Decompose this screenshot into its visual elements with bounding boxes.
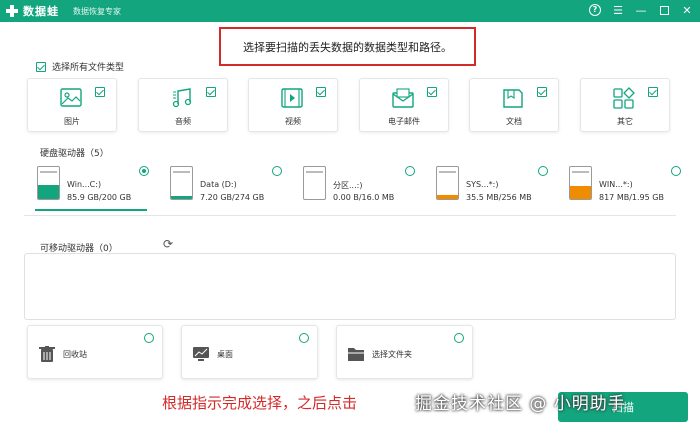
type-card-document[interactable]: 文档 <box>469 78 559 132</box>
maximize-button[interactable] <box>657 2 671 18</box>
drive-name: Win...C:) <box>67 180 102 189</box>
folder-icon <box>348 348 364 361</box>
drive-usage-fill <box>171 195 192 199</box>
location-desktop[interactable]: 桌面 <box>181 325 318 379</box>
type-card-email[interactable]: 电子邮件 <box>359 78 449 132</box>
type-checkbox[interactable] <box>537 87 547 97</box>
menu-button[interactable]: ☰ <box>611 2 625 18</box>
drive-item[interactable]: WIN...*:) 817 MB/1.95 GB <box>559 158 689 210</box>
drive-item[interactable]: Win...C:) 85.9 GB/200 GB <box>27 158 157 211</box>
type-checkbox[interactable] <box>427 87 437 97</box>
app-name: 数据蛙 <box>23 5 59 18</box>
restore-icon <box>659 5 669 15</box>
location-select-folder[interactable]: 选择文件夹 <box>336 325 473 379</box>
type-card-video[interactable]: 视频 <box>248 78 338 132</box>
type-checkbox[interactable] <box>206 87 216 97</box>
drive-radio[interactable] <box>538 166 548 176</box>
select-all-checkbox[interactable] <box>36 61 46 72</box>
hamburger-icon: ☰ <box>613 3 623 17</box>
select-all-label: 选择所有文件类型 <box>52 63 125 73</box>
image-icon <box>60 88 82 107</box>
location-recycle-bin[interactable]: 回收站 <box>27 325 163 379</box>
drive-usage-fill <box>570 185 591 199</box>
drive-size: 817 MB/1.95 GB <box>599 193 664 202</box>
help-button[interactable]: ? <box>588 2 602 18</box>
location-radio[interactable] <box>299 333 309 343</box>
logo-cross-icon <box>5 4 19 18</box>
type-card-audio[interactable]: 音频 <box>138 78 228 132</box>
app-subtitle: 数据恢复专家 <box>73 6 121 16</box>
drive-size: 35.5 MB/256 MB <box>466 193 532 202</box>
drive-item[interactable]: 分区...:) 0.00 B/16.0 MB <box>293 158 423 210</box>
close-button[interactable]: ✕ <box>680 2 694 18</box>
select-all-types[interactable]: 选择所有文件类型 <box>36 60 124 73</box>
music-icon <box>172 88 192 108</box>
file-type-list: 图片 音频 视频 电子邮件 文档 其它 <box>27 78 670 132</box>
drive-icon <box>170 166 193 200</box>
drive-radio[interactable] <box>671 166 681 176</box>
drive-radio[interactable] <box>405 166 415 176</box>
drive-usage-fill <box>38 185 59 199</box>
watermark: 掘金技术社区 @ 小明助手 <box>415 394 626 414</box>
drive-icon <box>303 166 326 200</box>
drive-radio[interactable] <box>139 166 149 176</box>
drive-radio[interactable] <box>272 166 282 176</box>
instruction-caption: 根据指示完成选择，之后点击 <box>162 394 358 412</box>
location-label: 选择文件夹 <box>372 350 412 359</box>
drive-name: SYS...*:) <box>466 180 499 189</box>
title-bar: 数据蛙 数据恢复专家 ? ☰ — ✕ <box>0 0 700 22</box>
close-icon: ✕ <box>682 3 692 17</box>
email-icon <box>392 88 414 108</box>
drive-icon <box>37 166 60 200</box>
other-icon <box>613 87 635 109</box>
window-controls: ? ☰ — ✕ <box>588 2 694 18</box>
location-label: 桌面 <box>217 350 233 359</box>
drive-icon <box>436 166 459 200</box>
drive-item[interactable]: Data (D:) 7.20 GB/274 GB <box>160 158 290 210</box>
selected-underline <box>35 209 147 211</box>
type-label: 音频 <box>175 117 191 126</box>
type-checkbox[interactable] <box>316 87 326 97</box>
type-label: 文档 <box>506 117 522 126</box>
type-card-other[interactable]: 其它 <box>580 78 670 132</box>
location-radio[interactable] <box>454 333 464 343</box>
drive-size: 7.20 GB/274 GB <box>200 193 265 202</box>
type-checkbox[interactable] <box>648 87 658 97</box>
type-label: 电子邮件 <box>388 117 420 126</box>
instruction-banner: 选择要扫描的丢失数据的数据类型和路径。 <box>219 27 476 66</box>
drive-usage-fill <box>437 194 458 199</box>
question-circle-icon: ? <box>589 4 601 16</box>
drive-name: WIN...*:) <box>599 180 633 189</box>
drive-name: Data (D:) <box>200 180 237 189</box>
app-logo: 数据蛙 <box>5 3 59 19</box>
location-radio[interactable] <box>144 333 154 343</box>
desktop-icon <box>193 347 209 361</box>
drive-size: 0.00 B/16.0 MB <box>333 193 395 202</box>
document-icon <box>503 89 523 108</box>
recycle-bin-icon <box>39 346 55 362</box>
removable-drive-list <box>24 253 676 320</box>
drive-item[interactable]: SYS...*:) 35.5 MB/256 MB <box>426 158 556 210</box>
type-label: 图片 <box>64 117 80 126</box>
minimize-icon: — <box>635 3 647 17</box>
divider <box>24 215 676 216</box>
instruction-text: 选择要扫描的丢失数据的数据类型和路径。 <box>243 40 452 54</box>
video-icon <box>281 88 303 108</box>
type-label: 其它 <box>617 117 633 126</box>
type-checkbox[interactable] <box>95 87 105 97</box>
refresh-icon[interactable]: ⟳ <box>163 238 176 251</box>
drive-name: 分区...:) <box>333 181 363 190</box>
minimize-button[interactable]: — <box>634 2 648 18</box>
location-label: 回收站 <box>63 350 87 359</box>
type-label: 视频 <box>285 117 301 126</box>
type-card-image[interactable]: 图片 <box>27 78 117 132</box>
drive-size: 85.9 GB/200 GB <box>67 193 132 202</box>
drive-icon <box>569 166 592 200</box>
